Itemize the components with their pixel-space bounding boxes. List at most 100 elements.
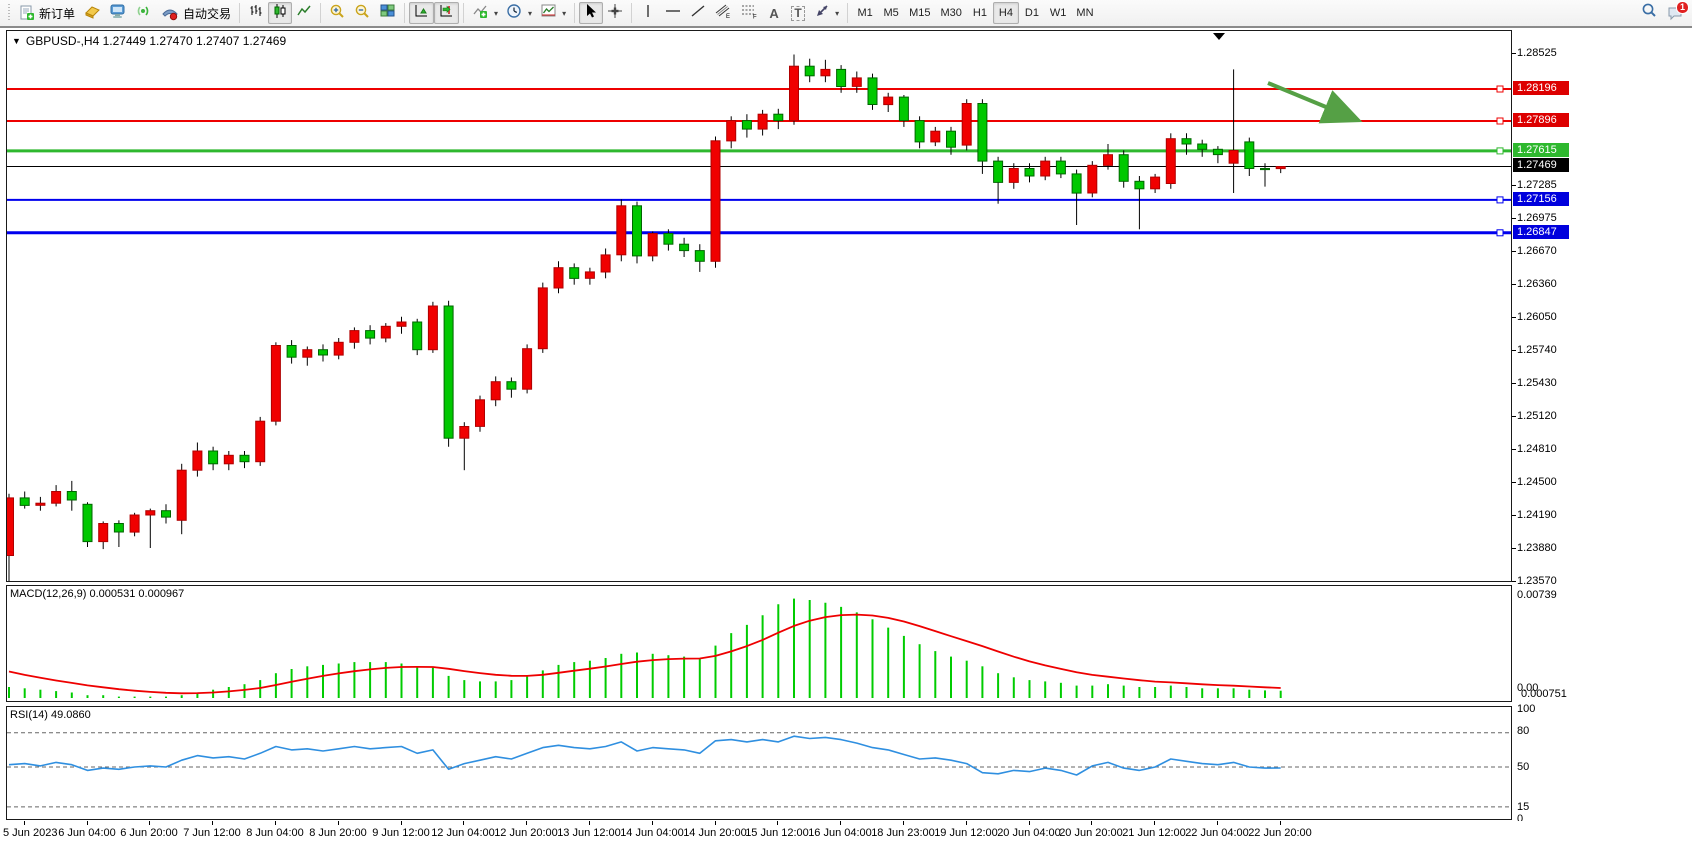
notifications-button[interactable]: 1 — [1662, 2, 1688, 24]
horizontal-line-tool-button[interactable] — [660, 2, 686, 24]
hline-handle[interactable] — [1497, 230, 1503, 236]
terminal-button[interactable] — [105, 2, 131, 24]
timeframe-d1[interactable]: D1 — [1019, 2, 1045, 24]
zoom-out-button[interactable] — [350, 2, 375, 24]
new-order-icon — [19, 5, 35, 21]
candle-body — [428, 306, 437, 350]
label-tool-button[interactable]: T — [786, 2, 810, 24]
price-chart-svg[interactable] — [7, 31, 1511, 581]
candle-body — [224, 455, 233, 464]
time-axis-tick — [903, 821, 904, 825]
toolbar-separator — [631, 3, 632, 23]
candle-body — [1151, 177, 1160, 189]
rsi-svg[interactable] — [7, 707, 1511, 819]
price-axis-tick — [1512, 515, 1516, 516]
price-axis-label: 1.23880 — [1517, 542, 1557, 555]
time-axis-label: 19 Jun 12:00 — [934, 827, 998, 839]
tile-windows-button[interactable] — [375, 2, 400, 24]
candle-body — [36, 503, 45, 505]
price-axis-tick — [1512, 383, 1516, 384]
timeframe-h1[interactable]: H1 — [967, 2, 993, 24]
bar-chart-button[interactable] — [244, 2, 268, 24]
time-axis-label: 22 Jun 20:00 — [1248, 827, 1312, 839]
candle-body — [617, 206, 626, 255]
notification-badge: 1 — [1676, 1, 1689, 14]
indicators-icon — [472, 3, 489, 24]
horizontal-line-icon — [664, 3, 682, 24]
candle-body — [1198, 144, 1207, 149]
candle-body — [397, 322, 406, 326]
auto-scroll-button[interactable] — [409, 2, 434, 24]
metaeditor-button[interactable] — [79, 2, 105, 24]
chart-collapse-icon[interactable]: ▼ — [12, 36, 21, 46]
chart-shift-marker[interactable] — [1213, 33, 1225, 40]
equidistant-channel-tool-button[interactable]: E — [710, 2, 736, 24]
candle-body — [1056, 161, 1065, 174]
new-order-label: 新订单 — [39, 5, 75, 22]
new-order-button[interactable]: 新订单 — [15, 2, 79, 24]
price-line-badge: 1.27896 — [1513, 113, 1569, 127]
timeframe-m5[interactable]: M5 — [878, 2, 904, 24]
candle-body — [1119, 155, 1128, 182]
price-axis-label: 1.26975 — [1517, 212, 1557, 225]
vertical-line-tool-button[interactable] — [636, 2, 660, 24]
price-chart-panel[interactable] — [6, 30, 1512, 582]
hline-handle[interactable] — [1497, 197, 1503, 203]
signals-button[interactable] — [131, 2, 157, 24]
hline-handle[interactable] — [1497, 86, 1503, 92]
indicators-button[interactable]: ▾ — [468, 2, 502, 24]
rsi-panel[interactable] — [6, 706, 1512, 820]
timeframe-m30[interactable]: M30 — [936, 2, 967, 24]
candle-body — [758, 114, 767, 129]
macd-signal-line — [9, 615, 1281, 694]
line-chart-button[interactable] — [292, 2, 316, 24]
arrows-tool-button[interactable]: ▾ — [810, 2, 843, 24]
chart-shift-button[interactable] — [434, 2, 459, 24]
candle-body — [319, 350, 328, 355]
cursor-button[interactable] — [579, 2, 603, 24]
time-axis-label: 20 Jun 04:00 — [997, 827, 1061, 839]
candle-body — [114, 524, 123, 533]
fibonacci-tool-button[interactable]: F — [736, 2, 762, 24]
timeframe-m15[interactable]: M15 — [904, 2, 935, 24]
candle-body — [460, 427, 469, 439]
timeframe-w1[interactable]: W1 — [1045, 2, 1072, 24]
toolbar-separator — [574, 3, 575, 23]
templates-button[interactable]: ▾ — [536, 2, 570, 24]
cursor-icon — [584, 3, 598, 24]
price-axis-label: 1.24810 — [1517, 443, 1557, 456]
search-button[interactable] — [1636, 2, 1662, 24]
time-axis-label: 12 Jun 20:00 — [494, 827, 558, 839]
trendline-tool-button[interactable] — [686, 2, 710, 24]
macd-svg[interactable] — [7, 586, 1511, 701]
candle-body — [193, 451, 202, 470]
timeframe-mn[interactable]: MN — [1071, 2, 1098, 24]
time-axis-label: 20 Jun 20:00 — [1059, 827, 1123, 839]
timeframe-h4[interactable]: H4 — [993, 2, 1019, 24]
price-axis-label: 1.24190 — [1517, 509, 1557, 522]
text-tool-button[interactable]: A — [762, 2, 786, 24]
autotrading-button[interactable]: 自动交易 — [157, 2, 235, 24]
toolbar-grip[interactable] — [7, 4, 12, 22]
candle-body — [523, 349, 532, 390]
candle-body — [1041, 161, 1050, 176]
periods-button[interactable]: ▾ — [502, 2, 536, 24]
zoom-in-icon — [329, 3, 346, 24]
time-axis-tick — [401, 821, 402, 825]
time-axis-tick — [338, 821, 339, 825]
time-axis-tick — [1029, 821, 1030, 825]
macd-axis-min-label: 0.000751 — [1521, 688, 1567, 701]
hline-handle[interactable] — [1497, 118, 1503, 124]
macd-panel[interactable] — [6, 585, 1512, 702]
candlestick-chart-button[interactable] — [268, 2, 292, 24]
time-axis-label: 21 Jun 12:00 — [1122, 827, 1186, 839]
time-axis-tick — [1154, 821, 1155, 825]
candle-body — [1213, 149, 1222, 154]
time-axis-label: 12 Jun 04:00 — [431, 827, 495, 839]
text-tool-icon: A — [769, 6, 778, 21]
zoom-in-button[interactable] — [325, 2, 350, 24]
macd-indicator-label: MACD(12,26,9) 0.000531 0.000967 — [10, 588, 184, 600]
crosshair-button[interactable] — [603, 2, 627, 24]
hline-handle[interactable] — [1497, 148, 1503, 154]
timeframe-m1[interactable]: M1 — [852, 2, 878, 24]
